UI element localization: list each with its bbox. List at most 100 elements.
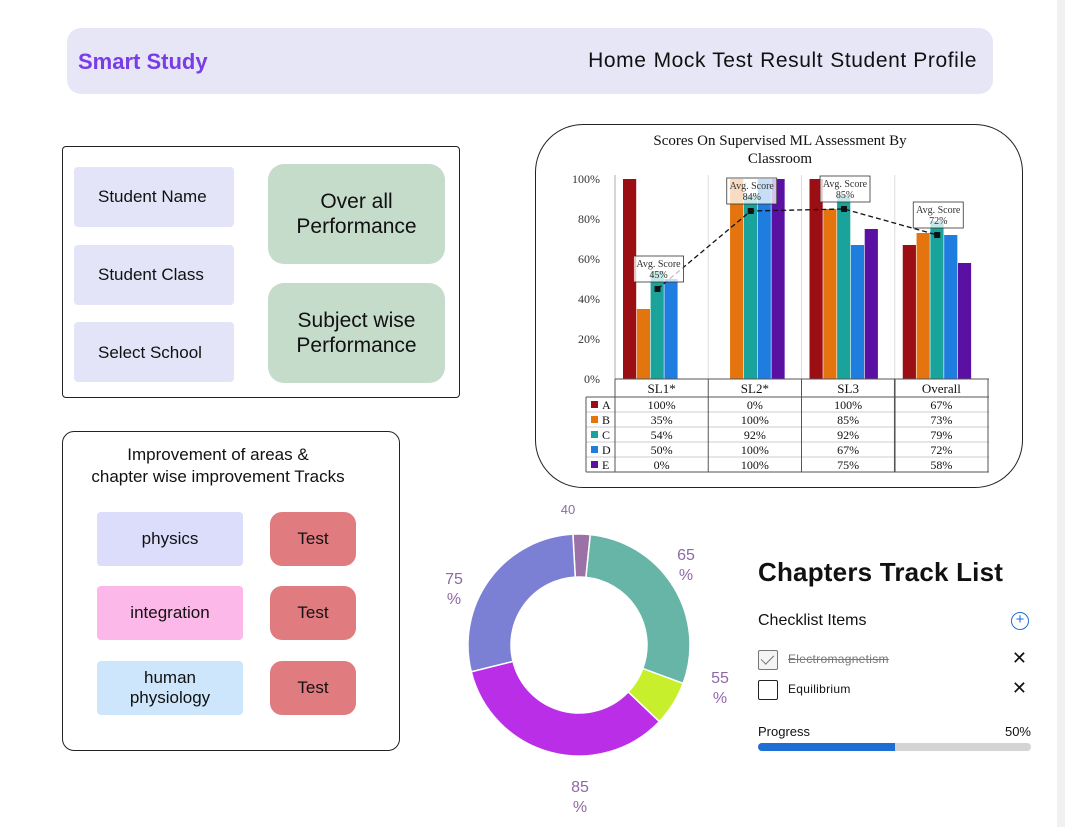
avg-score-label: Avg. Score [916,205,961,216]
student-class-field[interactable]: Student Class [74,245,234,305]
top-navbar: Smart Study Home Mock Test Result Studen… [67,28,993,94]
table-cell: 100% [741,458,769,472]
performance-donut-chart: 40 65% 55% 85% 75% [445,502,729,816]
legend-entry: B [602,413,610,427]
table-cell: 0% [747,398,763,412]
avg-score-label: Avg. Score [730,181,775,192]
progress-bar [758,743,1031,751]
improvement-panel: Improvement of areas & chapter wise impr… [62,431,400,751]
table-cell: 73% [930,413,952,427]
table-cell: 35% [651,413,673,427]
avg-score-value: 45% [649,270,667,281]
legend-entry: E [602,458,609,472]
checklist-subtitle: Checklist Items [758,612,867,629]
select-school-field[interactable]: Select School [74,322,234,382]
avg-score-label: Avg. Score [823,179,868,190]
table-cell: 79% [930,428,952,442]
table-cell: 92% [744,428,766,442]
bar [930,221,944,379]
table-cell: 100% [741,413,769,427]
y-tick-label: 40% [578,292,600,306]
bar [757,179,771,379]
close-icon[interactable]: ✕ [1012,678,1027,699]
subject-physics[interactable]: physics [97,512,243,566]
nav-student-profile[interactable]: Student Profile [830,49,977,73]
category-label: SL3 [837,381,859,396]
test-button-physics[interactable]: Test [270,512,356,566]
nav-menu: Home Mock Test Result Student Profile [588,49,977,73]
bar [771,179,785,379]
subject-integration[interactable]: integration [97,586,243,640]
category-label: Overall [922,381,961,396]
y-tick-label: 0% [584,372,600,386]
checklist-title: Chapters Track List [758,557,1004,587]
improvement-title: Improvement of areas & chapter wise impr… [91,445,345,486]
table-cell: 50% [651,443,673,457]
chart-title: Classroom [748,151,813,167]
legend-swatch [591,416,598,423]
checklist-item: Equilibrium ✕ [758,678,1030,702]
overall-performance-button[interactable]: Over all Performance [268,164,445,264]
test-button-human-physiology[interactable]: Test [270,661,356,715]
bar [664,279,678,379]
checkbox-checked[interactable] [758,650,778,670]
donut-slice [585,533,691,685]
nav-result[interactable]: Result [760,49,823,73]
donut-label: 85 [571,779,589,796]
avg-score-point [934,232,941,238]
bar [944,235,958,379]
progress-label: Progress [758,724,811,739]
y-tick-label: 80% [578,212,600,226]
add-item-plus-icon[interactable]: + [1011,612,1029,630]
nav-home[interactable]: Home [588,49,646,73]
test-button-integration[interactable]: Test [270,586,356,640]
legend-entry: D [602,443,611,457]
close-icon[interactable]: ✕ [1012,648,1027,669]
table-cell: 54% [651,428,673,442]
table-cell: 67% [930,398,952,412]
table-cell: 0% [654,458,670,472]
table-cell: 75% [837,458,859,472]
subject-performance-button[interactable]: Subject wise Performance [268,283,445,383]
table-cell: 100% [741,443,769,457]
donut-label: % [573,799,587,816]
donut-label: 75 [445,571,463,588]
donut-label: % [679,567,693,584]
scores-bar-chart: Scores On Supervised ML Assessment By Cla… [572,133,989,473]
table-cell: 85% [837,413,859,427]
table-cell: 72% [930,443,952,457]
table-cell: 92% [837,428,859,442]
checklist-item-label: Electromagnetism [788,652,889,666]
avg-score-value: 85% [836,190,854,201]
brand-logo[interactable]: Smart Study [78,49,208,75]
donut-label: 55 [711,670,729,687]
avg-score-value: 72% [929,216,947,227]
table-cell: 67% [837,443,859,457]
bar [850,245,865,379]
chart-title: Scores On Supervised ML Assessment By [653,133,907,149]
checkbox-unchecked[interactable] [758,680,778,700]
nav-mock-test[interactable]: Mock Test [654,49,754,73]
bar [730,179,744,379]
legend-entry: A [602,398,611,412]
donut-slice [470,660,661,757]
student-name-field[interactable]: Student Name [74,167,234,227]
legend-swatch [591,401,598,408]
bar [902,245,916,379]
subject-human-physiology[interactable]: human physiology [97,661,243,715]
y-tick-label: 20% [578,332,600,346]
page-scrollbar[interactable] [1057,0,1065,827]
category-label: SL2* [741,381,769,396]
avg-score-point [654,286,661,292]
donut-label: 40 [561,502,575,517]
avg-score-line [657,208,938,290]
checklist-item: Electromagnetism ✕ [758,648,1030,672]
bar [916,233,930,379]
bar [743,195,758,379]
legend-swatch [591,446,598,453]
y-tick-label: 100% [572,172,600,186]
avg-score-point [747,208,754,214]
bar [823,209,837,379]
category-label: SL1* [648,381,676,396]
avg-score-label: Avg. Score [636,259,681,270]
